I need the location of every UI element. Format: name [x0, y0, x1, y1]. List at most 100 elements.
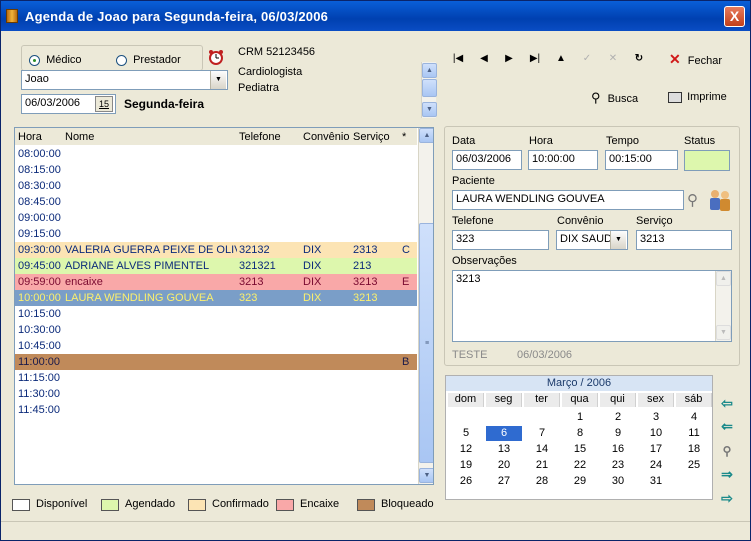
calendar-day[interactable]: 12 [448, 442, 484, 457]
table-row[interactable]: 08:15:00 [15, 162, 417, 178]
obs-scroll-up-icon[interactable]: ▲ [716, 271, 731, 286]
calendar-day[interactable]: 22 [562, 458, 598, 473]
col-nome[interactable]: Nome [65, 131, 94, 143]
calendar-day[interactable]: 5 [448, 426, 484, 441]
patients-icon[interactable] [707, 188, 733, 212]
medico-radio[interactable] [29, 54, 40, 66]
calendar-day[interactable]: 30 [600, 474, 636, 489]
first-record-icon[interactable]: |◀ [450, 51, 466, 67]
calendar-day[interactable]: 26 [448, 474, 484, 489]
table-row[interactable]: 09:00:00 [15, 210, 417, 226]
table-row[interactable]: 11:15:00 [15, 370, 417, 386]
observacoes-textarea[interactable]: 3213 [452, 270, 732, 342]
next-month-icon[interactable]: ⇒ [719, 466, 735, 482]
table-row[interactable]: 09:45:00 ADRIANE ALVES PIMENTEL 321321 DIX 2… [15, 258, 417, 274]
professional-combo[interactable]: Joao [21, 70, 228, 90]
table-row[interactable]: 09:59:00 encaixe 3213 DIX 3213 E [15, 274, 417, 290]
calendar-day[interactable]: 10 [638, 426, 674, 441]
tempo-field[interactable]: 00:15:00 [605, 150, 678, 170]
calendar-day[interactable]: 25 [676, 458, 712, 473]
calendar-day[interactable]: 23 [600, 458, 636, 473]
calendar-day[interactable]: 4 [676, 410, 712, 425]
close-button[interactable]: X [724, 6, 745, 27]
prior-record-icon[interactable]: ◀ [476, 51, 492, 67]
calendar-day[interactable]: 20 [486, 458, 522, 473]
up-icon[interactable]: ▲ [553, 51, 569, 67]
alarm-clock-icon[interactable] [208, 49, 224, 65]
next-year-icon[interactable]: ⇨ [719, 490, 735, 506]
grid-scroll-thumb[interactable]: ≡ [419, 223, 433, 463]
table-row[interactable]: 10:00:00 LAURA WENDLING GOUVEA 323 DIX 3213 [15, 290, 417, 306]
prev-month-icon[interactable]: ⇐ [719, 418, 735, 434]
table-row[interactable]: 09:15:00 [15, 226, 417, 242]
table-row[interactable]: 11:45:00 [15, 402, 417, 418]
calendar-day[interactable]: 27 [486, 474, 522, 489]
telefone-field[interactable]: 323 [452, 230, 549, 250]
calendar-day[interactable]: 3 [638, 410, 674, 425]
calendar-day[interactable]: 1 [562, 410, 598, 425]
calendar-day[interactable]: 29 [562, 474, 598, 489]
table-row[interactable]: 09:30:00 VALERIA GUERRA PEIXE DE OLIV 3213… [15, 242, 417, 258]
refresh-icon[interactable]: ↻ [631, 51, 647, 67]
obs-scrollbar[interactable]: ▲ ▼ [715, 271, 731, 341]
today-icon[interactable]: ⚲ [719, 443, 735, 459]
calendar-day[interactable]: 28 [524, 474, 560, 489]
prev-year-icon[interactable]: ⇦ [719, 395, 735, 411]
col-convenio[interactable]: Convênio [303, 131, 349, 143]
calendar-day[interactable]: 18 [676, 442, 712, 457]
imprime-button[interactable]: Imprime [668, 91, 727, 103]
convenio-dropdown-button[interactable]: ▼ [610, 231, 626, 249]
table-row[interactable]: 08:45:00 [15, 194, 417, 210]
calendar-day[interactable]: 19 [448, 458, 484, 473]
calendar-day[interactable]: 7 [524, 426, 560, 441]
medico-option[interactable]: Médico [29, 54, 82, 66]
grid-scrollbar[interactable]: ▲ ≡ ▼ [418, 128, 433, 484]
calendar-day[interactable]: 8 [562, 426, 598, 441]
post-icon[interactable]: ✓ [579, 51, 595, 67]
table-row[interactable]: 11:00:00 B [15, 354, 417, 370]
col-hora[interactable]: Hora [18, 131, 42, 143]
calendar-day[interactable]: 13 [486, 442, 522, 457]
calendar-day[interactable]: 17 [638, 442, 674, 457]
scroll-thumb[interactable] [422, 79, 437, 97]
calendar-day[interactable]: 16 [600, 442, 636, 457]
prestador-radio[interactable] [116, 54, 127, 66]
cancel-icon[interactable]: ✕ [605, 51, 621, 67]
calendar-day[interactable]: 15 [562, 442, 598, 457]
prestador-option[interactable]: Prestador [116, 54, 181, 66]
calendar-day[interactable]: 6 [486, 426, 522, 441]
calendar-day[interactable]: 9 [600, 426, 636, 441]
next-record-icon[interactable]: ▶ [501, 51, 517, 67]
calendar-day[interactable]: 21 [524, 458, 560, 473]
search-patient-icon[interactable]: ⚲ [687, 191, 698, 209]
obs-scroll-down-icon[interactable]: ▼ [716, 325, 731, 340]
data-field[interactable]: 06/03/2006 [452, 150, 522, 170]
info-scrollbar[interactable]: ▲ ▼ [421, 62, 437, 118]
calendar-day[interactable]: 14 [524, 442, 560, 457]
professional-dropdown-button[interactable]: ▼ [210, 71, 226, 89]
table-row[interactable]: 10:15:00 [15, 306, 417, 322]
hora-field[interactable]: 10:00:00 [528, 150, 598, 170]
servico-field[interactable]: 3213 [636, 230, 732, 250]
calendar-day[interactable]: 2 [600, 410, 636, 425]
calendar-day[interactable]: 31 [638, 474, 674, 489]
grid-scroll-down-icon[interactable]: ▼ [419, 468, 433, 483]
table-row[interactable]: 11:30:00 [15, 386, 417, 402]
grid-scroll-up-icon[interactable]: ▲ [419, 128, 433, 143]
col-flag[interactable]: * [402, 131, 406, 143]
table-row[interactable]: 10:45:00 [15, 338, 417, 354]
fechar-button[interactable]: ✕ Fechar [669, 51, 722, 68]
date-picker-button[interactable]: 15 [95, 96, 113, 112]
paciente-field[interactable]: LAURA WENDLING GOUVEA [452, 190, 684, 210]
calendar-day[interactable]: 24 [638, 458, 674, 473]
busca-button[interactable]: ⚲ Busca [591, 90, 638, 106]
col-telefone[interactable]: Telefone [239, 131, 281, 143]
last-record-icon[interactable]: ▶| [527, 51, 543, 67]
col-servico[interactable]: Serviço [353, 131, 390, 143]
scroll-up-icon[interactable]: ▲ [422, 63, 437, 78]
calendar-day[interactable]: 11 [676, 426, 712, 441]
table-row[interactable]: 08:00:00 [15, 146, 417, 162]
scroll-down-icon[interactable]: ▼ [422, 102, 437, 117]
table-row[interactable]: 08:30:00 [15, 178, 417, 194]
table-row[interactable]: 10:30:00 [15, 322, 417, 338]
